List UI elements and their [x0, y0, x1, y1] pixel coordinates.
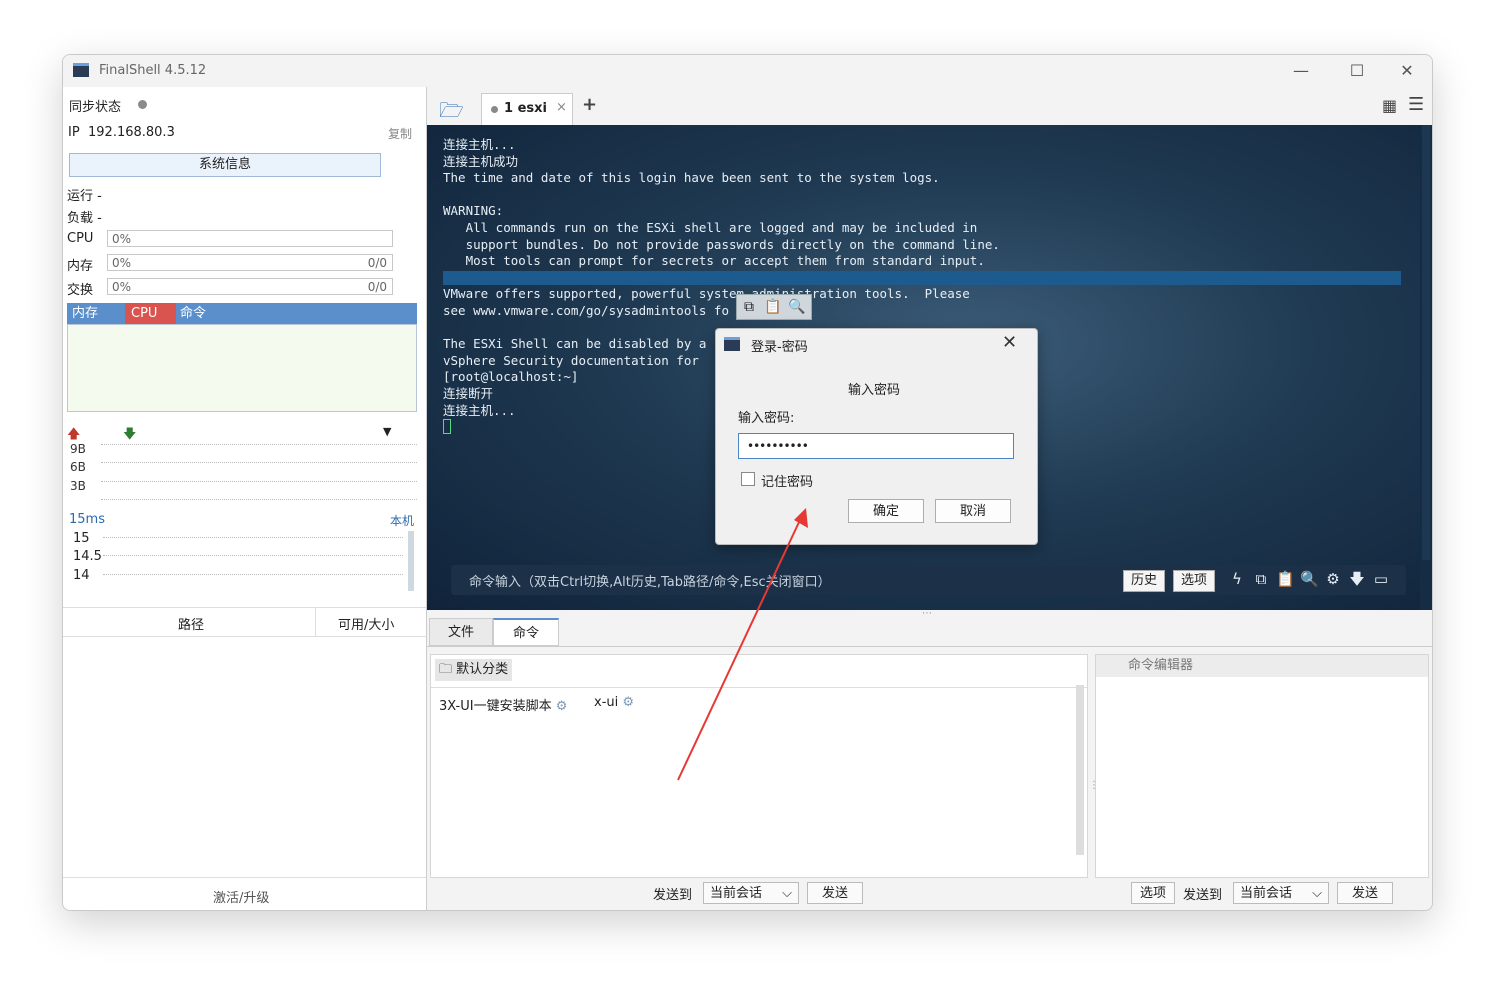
annotation-arrow [677, 508, 808, 781]
annotation-arrow-line [677, 519, 801, 781]
annotation-arrow-head [794, 508, 808, 528]
